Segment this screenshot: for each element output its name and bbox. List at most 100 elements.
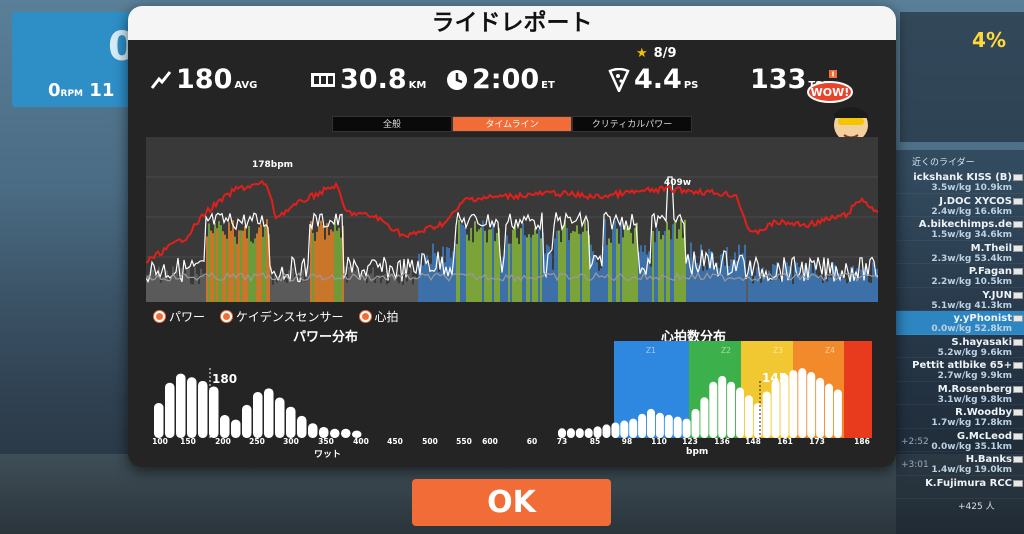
rider-row[interactable]: M.Theil 2.3w/kg 53.4km [896, 241, 1024, 264]
legend-item-heartrate[interactable]: 心拍 [359, 308, 399, 325]
power-fill-bar [752, 283, 754, 302]
rider-row[interactable]: J.DOC XYCOS 2.4w/kg 16.6km [896, 194, 1024, 217]
power-fill-bar [358, 277, 360, 302]
hr-hist-bar [807, 372, 816, 438]
power-fill-bar [274, 274, 276, 302]
rider-row[interactable]: S.hayasaki 5.2w/kg 9.6km [896, 335, 1024, 358]
power-fill-bar [828, 276, 830, 302]
wow-text: WOW! [811, 86, 850, 99]
flag-icon [1013, 221, 1023, 228]
power-fill-bar [570, 233, 572, 302]
legend-dot-icon [359, 311, 371, 322]
power-fill-bar [608, 238, 610, 302]
power-fill-bar [626, 227, 628, 302]
power-fill-bar [294, 279, 296, 302]
power-fill-bar [312, 232, 314, 302]
rider-row[interactable]: ickshank KISS (B) 3.5w/kg 10.9km [896, 170, 1024, 194]
tab-critical-power[interactable]: クリティカルパワー [572, 116, 692, 132]
power-fill-bar [526, 237, 528, 302]
power-fill-bar [422, 265, 424, 302]
power-fill-bar [392, 274, 394, 302]
hr-hist-avg: 145 [762, 371, 788, 385]
power-hist-bar [308, 423, 318, 438]
stat-power: 180 AVG [150, 64, 257, 95]
rider-row[interactable]: y.yPhonist 0.0w/kg 52.8km [896, 311, 1024, 335]
power-fill-bar [512, 229, 514, 302]
power-fill-bar [324, 239, 326, 302]
achievement-count: ★ 8/9 [636, 46, 677, 61]
power-fill-bar [376, 278, 378, 302]
stat-tss-value: 133 [750, 64, 807, 95]
legend-item-cadence[interactable]: ケイデンスセンサー [221, 308, 344, 325]
power-fill-bar [614, 220, 616, 302]
rider-row[interactable]: Y.JUN 5.1w/kg 41.3km [896, 288, 1024, 311]
power-fill-bar [822, 282, 824, 302]
rider-row[interactable]: A.bikechimps.de 1.5w/kg 34.6km [896, 217, 1024, 241]
hr-hist-bar [611, 422, 620, 438]
power-fill-bar [302, 269, 304, 302]
hr-hist-bar [718, 375, 727, 438]
rider-row[interactable]: +2:52 G.McLeod 0.0w/kg 35.1km [896, 429, 1024, 452]
stat-time-unit: ET [541, 80, 555, 91]
rider-row[interactable]: M.Rosenberg 3.1w/kg 9.8km [896, 382, 1024, 405]
riders-footer: +425 人 [958, 502, 995, 512]
hud-extra-value: 11 [89, 80, 115, 101]
power-fill-bar [276, 282, 278, 302]
flag-icon [1013, 244, 1023, 252]
power-fill-bar [810, 264, 812, 302]
rider-name: K.Fujimura RCC [925, 477, 1012, 489]
legend-item-power[interactable]: パワー [154, 308, 205, 325]
power-fill-bar [304, 281, 306, 302]
power-fill-bar [572, 231, 574, 302]
power-fill-bar [664, 230, 666, 302]
power-fill-bar [858, 279, 860, 302]
rider-name: G.McLeod [956, 430, 1012, 442]
hr-hist-bar [682, 418, 691, 438]
power-fill-bar [168, 280, 170, 302]
power-fill-bar [538, 229, 540, 302]
hr-hist-bar [664, 414, 673, 438]
hr-zone-label: Z3 [773, 346, 783, 355]
power-fill-bar [662, 234, 664, 302]
rider-list: ickshank KISS (B) 3.5w/kg 10.9km J.DOC XYC… [896, 170, 1024, 499]
hr-hist-bar [762, 391, 771, 438]
power-fill-bar [462, 225, 464, 302]
hr-zone-label: Z1 [646, 346, 656, 355]
power-fill-bar [464, 226, 466, 302]
tab-summary[interactable]: 全般 [332, 116, 452, 132]
power-fill-bar [616, 228, 618, 302]
info-icon[interactable] [829, 70, 838, 78]
rider-name: A.bikechimps.de [918, 219, 1012, 230]
rider-row[interactable]: K.Fujimura RCC [896, 476, 1024, 499]
hr-hist-bar [638, 413, 647, 438]
rider-row[interactable]: Pettit atlbike 65+ 2.7w/kg 9.9km [896, 358, 1024, 382]
hr-hist-tick: 60 [526, 437, 538, 446]
power-fill-bar [170, 278, 172, 302]
power-fill-bar [390, 273, 392, 302]
stat-power-unit: AVG [234, 80, 258, 91]
power-fill-bar [564, 220, 566, 302]
rider-name: P.Fagan [968, 266, 1012, 277]
power-fill-bar [188, 266, 190, 302]
rider-row[interactable]: +3:01 H.Banks 1.4w/kg 19.0km [896, 452, 1024, 476]
rider-name: ickshank KISS (B) [913, 172, 1012, 183]
rider-row[interactable]: P.Fagan 2.2w/kg 10.5km [896, 264, 1024, 288]
power-fill-bar [830, 277, 832, 302]
power-fill-bar [264, 225, 266, 302]
power-fill-bar [320, 220, 322, 302]
power-fill-bar [778, 278, 780, 302]
tab-timeline[interactable]: タイムライン [452, 116, 572, 132]
ok-button[interactable]: OK [412, 479, 611, 526]
power-fill-bar [612, 227, 614, 302]
power-fill-bar [704, 265, 706, 302]
power-fill-bar [450, 257, 452, 302]
power-fill-bar [494, 241, 496, 302]
power-fill-bar [388, 282, 390, 302]
power-fill-bar [438, 271, 440, 302]
nearby-riders-panel: 近くのライダー ickshank KISS (B) 3.5w/kg 10.9km J… [896, 150, 1024, 534]
power-hist-bar [297, 415, 307, 438]
rider-row[interactable]: R.Woodby 1.7w/kg 17.8km [896, 405, 1024, 429]
power-fill-bar [244, 225, 246, 302]
power-fill-bar [482, 220, 484, 302]
power-fill-bar [472, 242, 474, 302]
